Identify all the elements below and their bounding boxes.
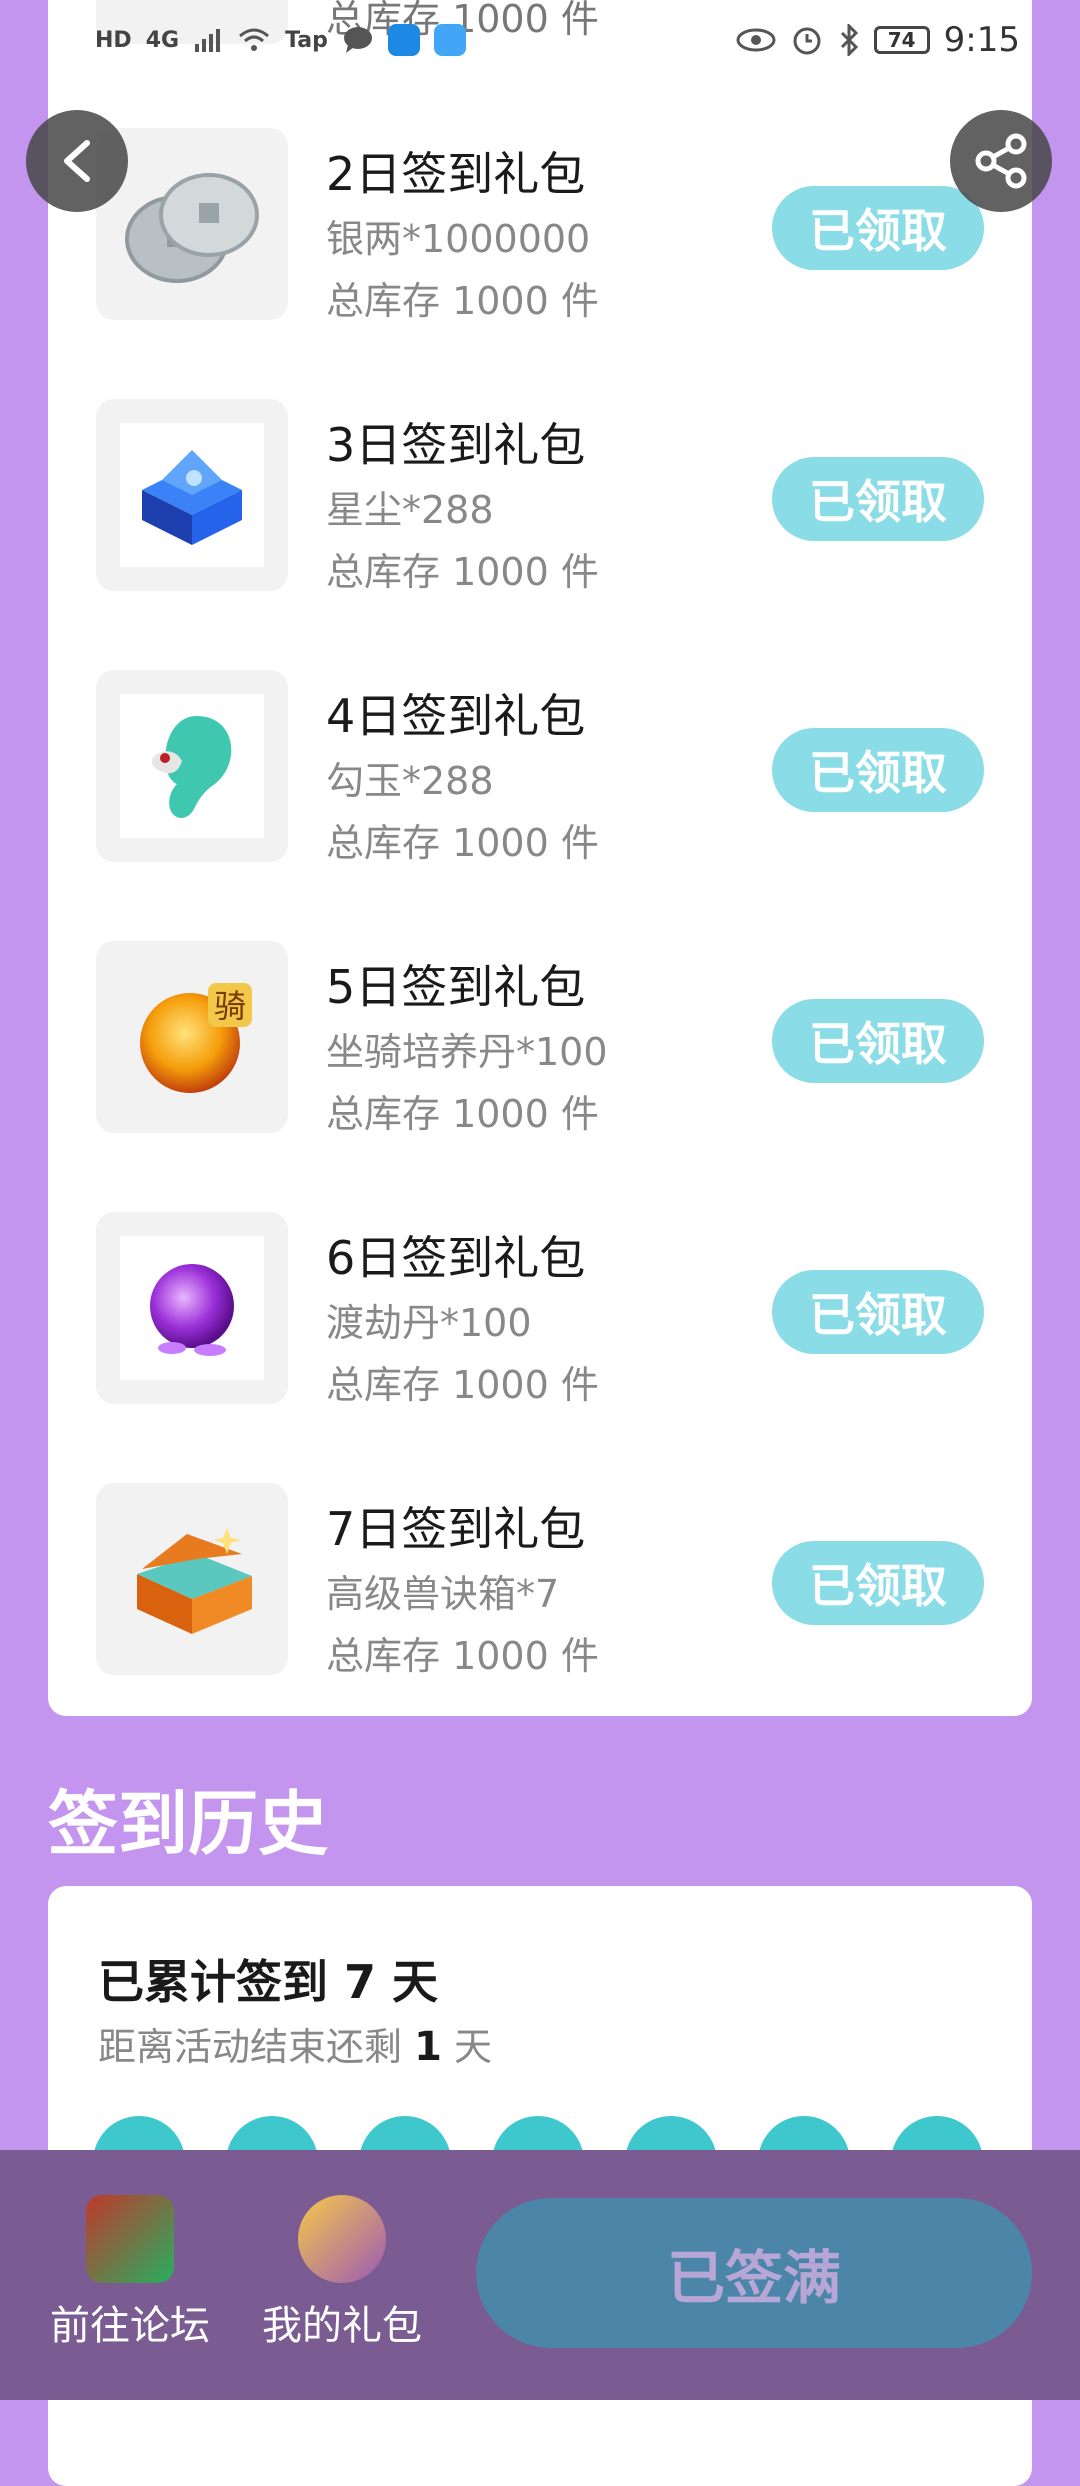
magatama-icon [151, 716, 232, 818]
eye-icon [736, 28, 776, 52]
reward-title: 3日签到礼包 [326, 418, 586, 472]
claimed-button[interactable]: 已领取 [772, 186, 984, 270]
chat-icon [343, 27, 372, 53]
forum-nav[interactable]: 前往论坛 [40, 2195, 220, 2351]
remaining-days-value: 1 [414, 2024, 442, 2070]
reward-stock: 总库存 1000 件 [326, 1363, 599, 1407]
thumbnail-frame [120, 1236, 264, 1380]
status-right: 74 9:15 [736, 20, 1020, 60]
reward-thumbnail [96, 1212, 288, 1404]
claimed-button[interactable]: 已领取 [772, 1270, 984, 1354]
share-icon [975, 133, 1027, 189]
silver-coins-icon [125, 173, 259, 283]
signed-full-button[interactable]: 已签满 [476, 2198, 1032, 2348]
bluetooth-icon [840, 24, 858, 56]
forum-label: 前往论坛 [50, 2303, 210, 2349]
reward-description: 坐骑培养丹*100 [326, 1030, 608, 1074]
reward-title: 7日签到礼包 [326, 1502, 586, 1556]
history-heading: 签到历史 [48, 1783, 328, 1865]
my-gifts-label: 我的礼包 [262, 2303, 422, 2349]
signal-icon [195, 29, 221, 52]
my-gifts-nav[interactable]: 我的礼包 [252, 2195, 432, 2351]
alarm-icon [793, 27, 821, 55]
claimed-button[interactable]: 已领取 [772, 728, 984, 812]
reward-description: 银两*1000000 [326, 217, 591, 261]
status-left: HD 4G Tap [95, 24, 466, 56]
gift-character-icon [298, 2195, 386, 2283]
weather-app-icon [433, 24, 466, 56]
reward-thumbnail [96, 399, 288, 591]
reward-stock: 总库存 1000 件 [326, 1092, 599, 1136]
claimed-button[interactable]: 已领取 [772, 1541, 984, 1625]
bottom-bar: 前往论坛 我的礼包 已签满 [0, 2150, 1080, 2400]
total-checkin-days: 已累计签到 7 天 [98, 1955, 439, 2009]
battery-icon: 74 [873, 26, 930, 54]
game-avatar-icon [86, 2195, 174, 2283]
search-app-icon [387, 24, 420, 56]
purple-orb-icon [150, 1264, 234, 1356]
reward-stock: 总库存 1000 件 [326, 279, 599, 323]
reward-stock: 总库存 1000 件 [326, 1634, 599, 1678]
reward-stock: 总库存 1000 件 [326, 821, 599, 865]
reward-title: 4日签到礼包 [326, 689, 586, 743]
share-button[interactable] [950, 110, 1052, 212]
hd-badge: HD [95, 27, 132, 53]
reward-description: 渡劫丹*100 [326, 1301, 532, 1345]
status-bar: HD 4G Tap 74 9:15 [0, 0, 1080, 80]
reward-thumbnail [96, 670, 288, 862]
reward-title: 5日签到礼包 [326, 960, 586, 1014]
days-remaining: 距离活动结束还剩 1 天 [98, 2016, 492, 2071]
claimed-button[interactable]: 已领取 [772, 999, 984, 1083]
back-button[interactable] [26, 110, 128, 212]
reward-item: 骑 5日签到礼包 坐骑培养丹*100 总库存 1000 件 已领取 [48, 941, 1032, 1141]
reward-description: 高级兽诀箱*7 [326, 1572, 560, 1616]
wifi-icon [239, 28, 270, 51]
claimed-button[interactable]: 已领取 [772, 457, 984, 541]
svg-text:骑: 骑 [214, 987, 246, 1025]
reward-description: 星尘*288 [326, 488, 494, 532]
reward-item: 7日签到礼包 高级兽诀箱*7 总库存 1000 件 已领取 [48, 1483, 1032, 1683]
tap-badge: Tap [285, 27, 328, 53]
reward-thumbnail: 骑 [96, 941, 288, 1133]
back-arrow-icon [64, 140, 90, 182]
reward-title: 2日签到礼包 [326, 147, 586, 201]
blue-chest-icon [142, 450, 242, 545]
reward-title: 6日签到礼包 [326, 1231, 586, 1285]
remaining-prefix: 距离活动结束还剩 [98, 2025, 403, 2069]
reward-item: 4日签到礼包 勾玉*288 总库存 1000 件 已领取 [48, 670, 1032, 870]
remaining-suffix: 天 [454, 2025, 493, 2069]
mount-pill-icon: 骑 [140, 983, 252, 1093]
reward-item: 2日签到礼包 银两*1000000 总库存 1000 件 已领取 [48, 128, 1032, 328]
treasure-chest-icon [137, 1528, 252, 1634]
thumbnail-frame [120, 423, 264, 567]
thumbnail-frame [120, 694, 264, 838]
reward-stock: 总库存 1000 件 [326, 550, 599, 594]
reward-thumbnail [96, 1483, 288, 1675]
reward-item: 6日签到礼包 渡劫丹*100 总库存 1000 件 已领取 [48, 1212, 1032, 1412]
network-badge: 4G [145, 27, 180, 53]
clock: 9:15 [943, 20, 1020, 60]
reward-item: 3日签到礼包 星尘*288 总库存 1000 件 已领取 [48, 399, 1032, 599]
reward-description: 勾玉*288 [326, 759, 494, 803]
